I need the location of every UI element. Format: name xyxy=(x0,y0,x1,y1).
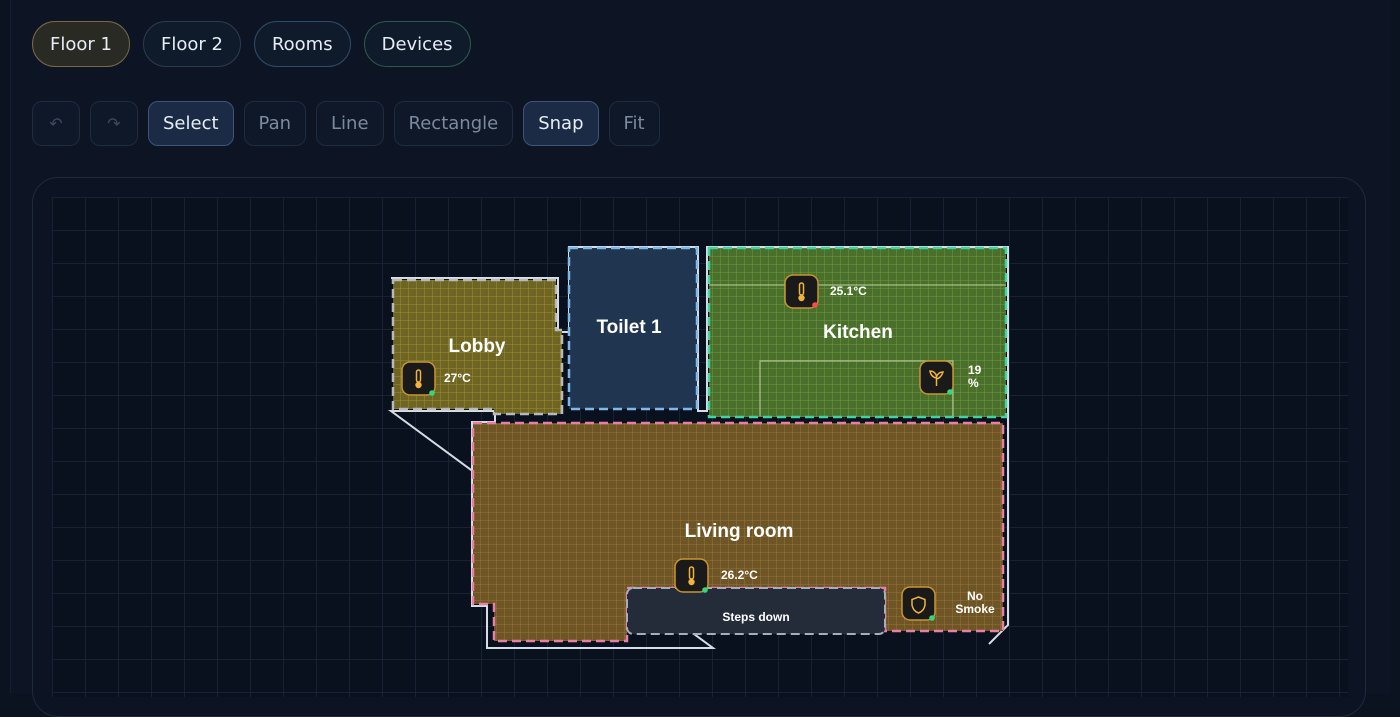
zone-steps-down[interactable]: Steps down xyxy=(626,587,886,635)
room-label-kitchen: Kitchen xyxy=(823,322,893,343)
kitchen-humidity-value: 19 xyxy=(968,363,982,377)
device-living-thermometer[interactable] xyxy=(674,558,709,593)
device-lobby-thermometer[interactable] xyxy=(401,361,436,396)
status-dot xyxy=(702,587,708,593)
device-kitchen-humidity[interactable] xyxy=(919,360,954,395)
device-kitchen-thermometer[interactable] xyxy=(784,274,819,309)
device-living-smoke-detector[interactable] xyxy=(901,586,936,621)
status-dot xyxy=(812,302,818,308)
living-temp-value: 26.2°C xyxy=(721,568,758,582)
room-label-living-room: Living room xyxy=(685,521,794,542)
lobby-temp-value: 27°C xyxy=(444,371,471,385)
smoke-status-line2: Smoke xyxy=(955,602,995,616)
kitchen-humidity-unit: % xyxy=(968,376,979,390)
room-label-toilet-1: Toilet 1 xyxy=(596,317,662,338)
room-kitchen[interactable]: Kitchen xyxy=(707,246,1008,419)
kitchen-temp-value: 25.1°C xyxy=(830,284,867,298)
room-label-lobby: Lobby xyxy=(449,336,506,357)
smoke-status-line1: No xyxy=(967,589,983,603)
status-dot xyxy=(929,615,935,621)
floor-plan: Lobby Toilet 1 Kitchen Living room Steps… xyxy=(387,246,1009,649)
zone-label-steps-down: Steps down xyxy=(722,610,789,624)
status-dot xyxy=(429,390,435,396)
status-dot xyxy=(947,389,953,395)
room-toilet-1[interactable]: Toilet 1 xyxy=(567,246,699,411)
